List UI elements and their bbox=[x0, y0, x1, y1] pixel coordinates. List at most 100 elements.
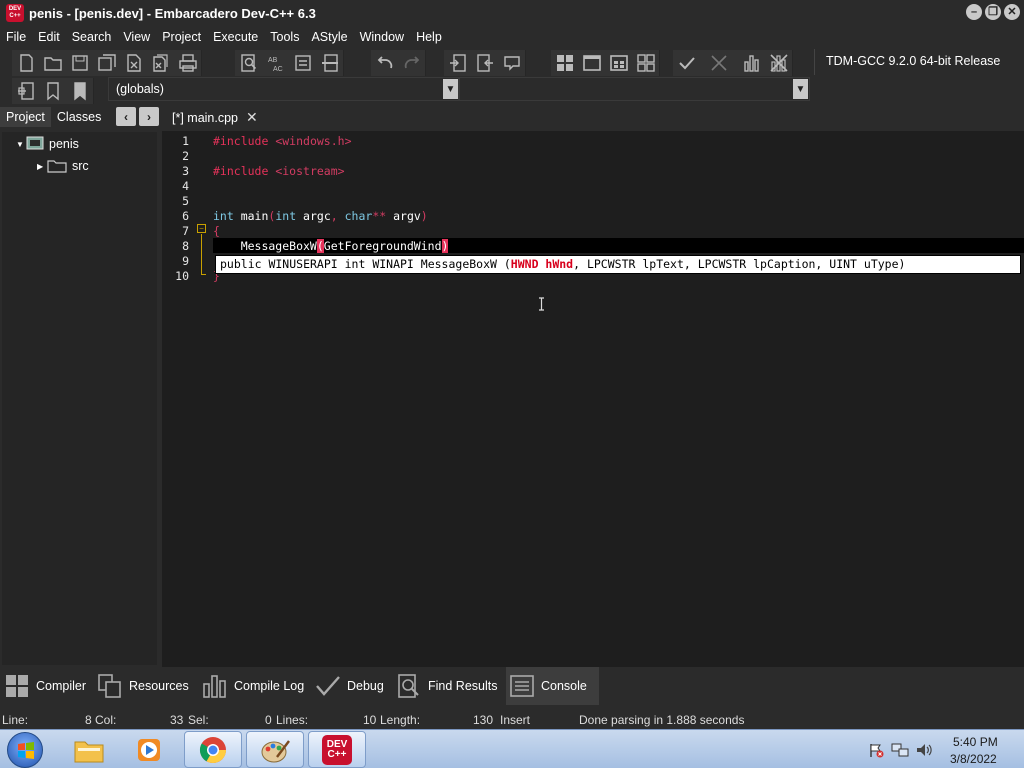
project-panel: Project Classes ‹ › ▼ penis ▶ src bbox=[0, 105, 160, 667]
menu-tools[interactable]: Tools bbox=[264, 30, 305, 44]
run-button[interactable] bbox=[578, 50, 605, 76]
open-file-button[interactable] bbox=[39, 50, 66, 76]
restore-button[interactable]: ❐ bbox=[985, 4, 1001, 20]
minimize-button[interactable]: – bbox=[966, 4, 982, 20]
new-file-button[interactable] bbox=[12, 50, 39, 76]
menu-execute[interactable]: Execute bbox=[207, 30, 264, 44]
members-combobox[interactable]: ▼ bbox=[459, 77, 810, 101]
identifier-token: argv bbox=[386, 209, 421, 223]
action-center-flag-icon[interactable] bbox=[868, 742, 884, 758]
code-line-6: int main(int argc, char** argv) bbox=[213, 209, 428, 224]
volume-icon[interactable] bbox=[915, 742, 933, 758]
replace-button[interactable]: AB AC bbox=[262, 50, 289, 76]
tab-label: [*] main.cpp bbox=[172, 110, 239, 125]
tree-expand-icon[interactable]: ▶ bbox=[37, 162, 47, 171]
menu-edit[interactable]: Edit bbox=[32, 30, 66, 44]
taskbar-media-player[interactable] bbox=[120, 731, 178, 768]
project-icon bbox=[26, 136, 44, 150]
redo-button[interactable] bbox=[398, 50, 425, 76]
close-file-button[interactable] bbox=[120, 50, 147, 76]
chevron-left-icon: ‹ bbox=[124, 109, 128, 124]
start-button[interactable] bbox=[7, 732, 43, 768]
tab-debug[interactable]: Debug bbox=[315, 667, 384, 705]
close-button[interactable]: ✕ bbox=[1004, 4, 1020, 20]
compile-toolbar-group bbox=[551, 50, 660, 76]
compile-button[interactable] bbox=[551, 50, 578, 76]
clock-time[interactable]: 5:40 PM bbox=[953, 735, 998, 749]
folder-icon bbox=[74, 741, 104, 762]
tab-classes[interactable]: Classes bbox=[51, 107, 107, 127]
menu-window[interactable]: Window bbox=[354, 30, 410, 44]
delete-profile-button[interactable] bbox=[765, 50, 792, 76]
parameter-hint-tooltip: public WINUSERAPI int WINAPI MessageBoxW… bbox=[215, 255, 1021, 274]
find-button[interactable] bbox=[235, 50, 262, 76]
rebuild-button[interactable] bbox=[632, 50, 659, 76]
menu-file[interactable]: File bbox=[0, 30, 32, 44]
tree-item-label: src bbox=[72, 159, 89, 173]
status-col-value: 33 bbox=[170, 713, 184, 727]
system-tray bbox=[862, 730, 1024, 768]
taskbar-paint[interactable] bbox=[246, 731, 304, 768]
compile-icon bbox=[556, 55, 573, 71]
scope-combobox[interactable]: (globals) ▼ bbox=[108, 77, 459, 101]
menu-astyle[interactable]: AStyle bbox=[305, 30, 353, 44]
tab-resources[interactable]: Resources bbox=[97, 667, 189, 705]
bar-chart-icon bbox=[203, 675, 226, 698]
toggle-comment-button[interactable] bbox=[498, 50, 525, 76]
network-icon[interactable] bbox=[891, 742, 909, 758]
save-all-button[interactable] bbox=[93, 50, 120, 76]
status-lines-label: Lines: bbox=[276, 713, 309, 727]
compile-run-button[interactable] bbox=[605, 50, 632, 76]
toggle-bookmark-button[interactable] bbox=[316, 50, 343, 76]
profile-chart-icon bbox=[743, 55, 759, 72]
taskbar-explorer[interactable] bbox=[60, 731, 118, 768]
tree-item-src[interactable]: ▶ src bbox=[37, 156, 89, 176]
panel-prev-button[interactable]: ‹ bbox=[116, 107, 136, 126]
syntax-check-button[interactable] bbox=[673, 50, 700, 76]
undo-button[interactable] bbox=[371, 50, 398, 76]
panel-next-button[interactable]: › bbox=[139, 107, 159, 126]
rebuild-icon bbox=[636, 54, 655, 72]
tree-collapse-icon[interactable]: ▼ bbox=[16, 140, 26, 149]
close-tab-icon[interactable]: ✕ bbox=[246, 109, 258, 126]
line-number: 9 bbox=[182, 254, 189, 268]
tab-compiler[interactable]: Compiler bbox=[4, 667, 86, 705]
taskbar-chrome[interactable] bbox=[184, 731, 242, 768]
tree-item-project[interactable]: ▼ penis bbox=[16, 134, 79, 154]
tab-find-results[interactable]: Find Results bbox=[396, 667, 497, 705]
taskbar-devcpp[interactable]: DEV C++ bbox=[308, 731, 366, 768]
tab-compile-log[interactable]: Compile Log bbox=[202, 667, 304, 705]
menu-project[interactable]: Project bbox=[156, 30, 207, 44]
goto-bookmark-button[interactable] bbox=[66, 78, 93, 104]
compiler-selector[interactable]: TDM-GCC 9.2.0 64-bit Release bbox=[814, 49, 1024, 75]
goto-line-button[interactable] bbox=[289, 50, 316, 76]
profile-button[interactable] bbox=[738, 50, 765, 76]
compiler-grid-icon bbox=[6, 675, 28, 697]
tab-main-cpp[interactable]: [*] main.cpp ✕ bbox=[168, 107, 262, 128]
unindent-button[interactable] bbox=[471, 50, 498, 76]
clock-date[interactable]: 3/8/2022 bbox=[950, 752, 997, 766]
tab-console[interactable]: Console bbox=[506, 667, 599, 705]
tab-label: Resources bbox=[129, 679, 189, 693]
tab-project[interactable]: Project bbox=[0, 107, 51, 127]
preprocessor-token: #include bbox=[213, 164, 269, 178]
windows-taskbar: DEV C++ 5:40 PM 3/8/2022 bbox=[0, 729, 1024, 768]
indent-button[interactable] bbox=[444, 50, 471, 76]
symbol-token: ) bbox=[420, 209, 428, 223]
comment-icon bbox=[503, 56, 520, 71]
stop-button[interactable] bbox=[700, 50, 738, 76]
code-editor[interactable]: 1 2 3 4 5 6 7 8 9 10 − #include <windows… bbox=[162, 131, 1024, 667]
line-number: 5 bbox=[182, 194, 189, 208]
menu-help[interactable]: Help bbox=[410, 30, 448, 44]
keyword-token: char bbox=[337, 209, 373, 223]
insert-code-button[interactable] bbox=[12, 78, 39, 104]
fold-toggle-icon[interactable]: − bbox=[197, 224, 206, 233]
chevron-down-icon[interactable]: ▼ bbox=[793, 79, 808, 99]
menu-search[interactable]: Search bbox=[66, 30, 118, 44]
menu-view[interactable]: View bbox=[117, 30, 156, 44]
save-button[interactable] bbox=[66, 50, 93, 76]
toggle-bookmark-button-2[interactable] bbox=[39, 78, 66, 104]
close-all-button[interactable] bbox=[147, 50, 174, 76]
chevron-down-icon[interactable]: ▼ bbox=[443, 79, 458, 99]
print-button[interactable] bbox=[174, 50, 201, 76]
